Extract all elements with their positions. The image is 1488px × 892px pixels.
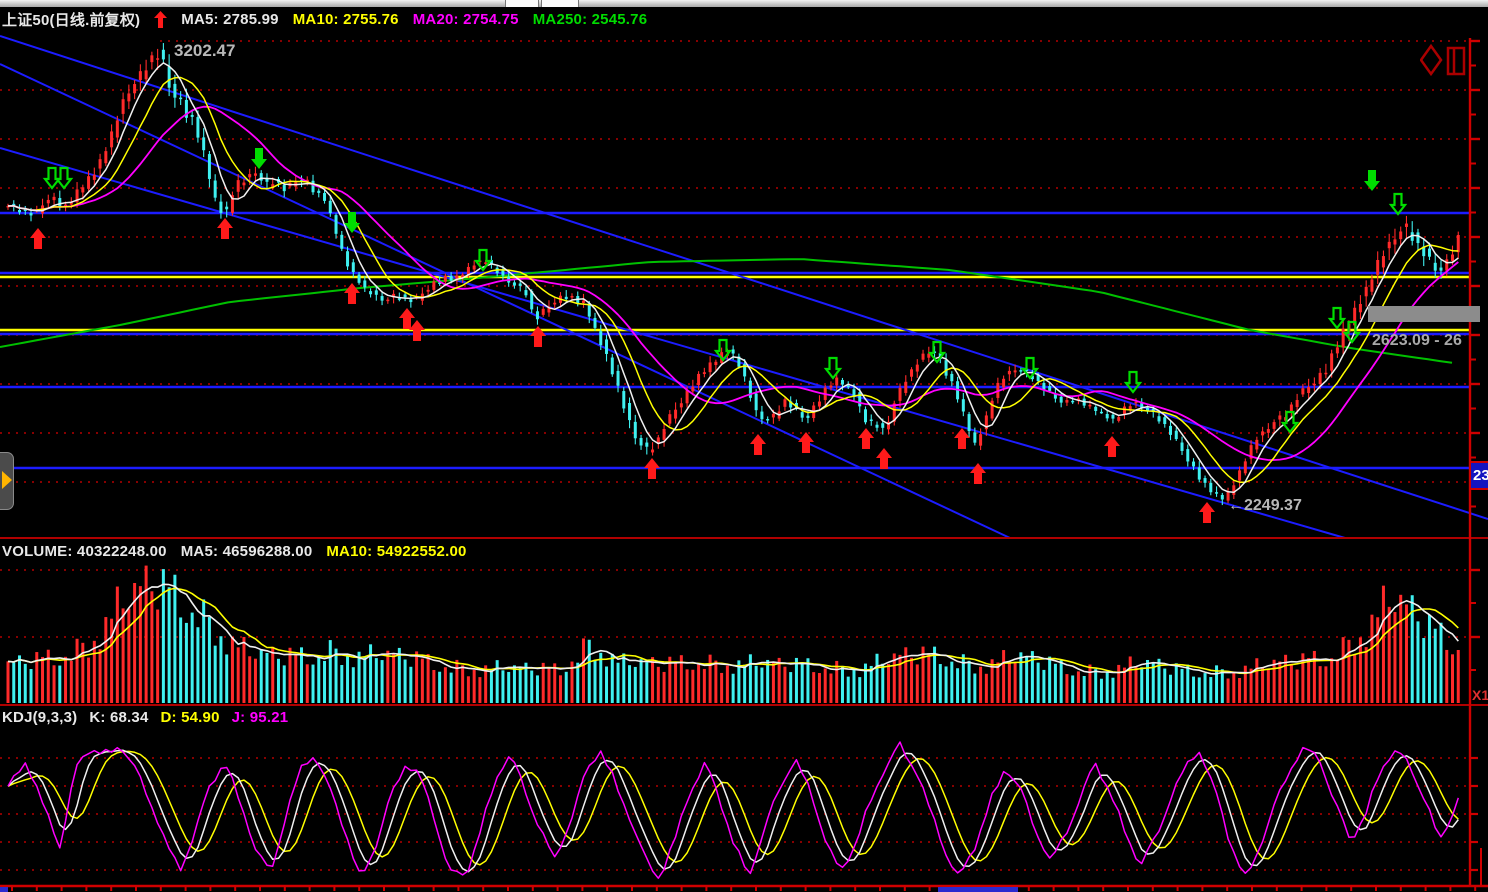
ma250-value: MA250: 2545.76 (533, 11, 648, 28)
volume-ma10-value: MA10: 54922552.00 (326, 543, 466, 560)
pane-borders-axis (0, 38, 1488, 891)
panel-expand-handle[interactable] (0, 452, 14, 510)
ma10-value: MA10: 2755.76 (293, 11, 399, 28)
peak-price-label: 3202.47 (174, 41, 235, 61)
price-range-label: 2623.09 - 26 (1372, 332, 1462, 350)
volume-header: VOLUME: 40322248.00 MA5: 46596288.00 MA1… (2, 543, 467, 560)
window-tool-icons (1420, 44, 1470, 85)
low-price-label: ←2249.37 (1228, 497, 1302, 515)
axis-price-badge: 23 (1471, 461, 1488, 490)
trendlines[interactable] (0, 36, 1488, 538)
split-window-icon[interactable] (1448, 48, 1464, 74)
main-chart-header: 上证50(日线.前复权) MA5: 2785.99 MA10: 2755.76 … (2, 9, 647, 30)
ma5-value: MA5: 2785.99 (181, 11, 278, 28)
kdj-d-value: D: 54.90 (161, 709, 220, 726)
volume-bars (7, 566, 1460, 703)
chart-canvas (0, 0, 1488, 892)
horizontal-level-lines[interactable] (0, 213, 1470, 468)
volume-unit-label: X1 (1472, 687, 1488, 703)
selection-highlight-box (1368, 306, 1480, 322)
volume-value: VOLUME: 40322248.00 (2, 543, 167, 560)
kdj-k-value: K: 68.34 (89, 709, 148, 726)
trading-app-window: 上证50(日线.前复权) MA5: 2785.99 MA10: 2755.76 … (0, 0, 1488, 892)
kdj-header: KDJ(9,3,3) K: 68.34 D: 54.90 J: 95.21 (2, 709, 288, 726)
kdj-title: KDJ(9,3,3) (2, 709, 77, 726)
diamond-tool-icon[interactable] (1421, 46, 1441, 74)
up-arrow-icon (154, 11, 167, 28)
sell-signal-arrows-solid (251, 148, 1380, 233)
volume-ma5-value: MA5: 46596288.00 (181, 543, 313, 560)
expand-arrow-icon (2, 471, 12, 489)
ma20-value: MA20: 2754.75 (413, 11, 519, 28)
kdj-j-value: J: 95.21 (232, 709, 289, 726)
scrollbar-thumb[interactable] (938, 887, 1018, 892)
symbol-title: 上证50(日线.前复权) (2, 9, 140, 30)
scrollbar-left-stub[interactable] (0, 887, 8, 892)
